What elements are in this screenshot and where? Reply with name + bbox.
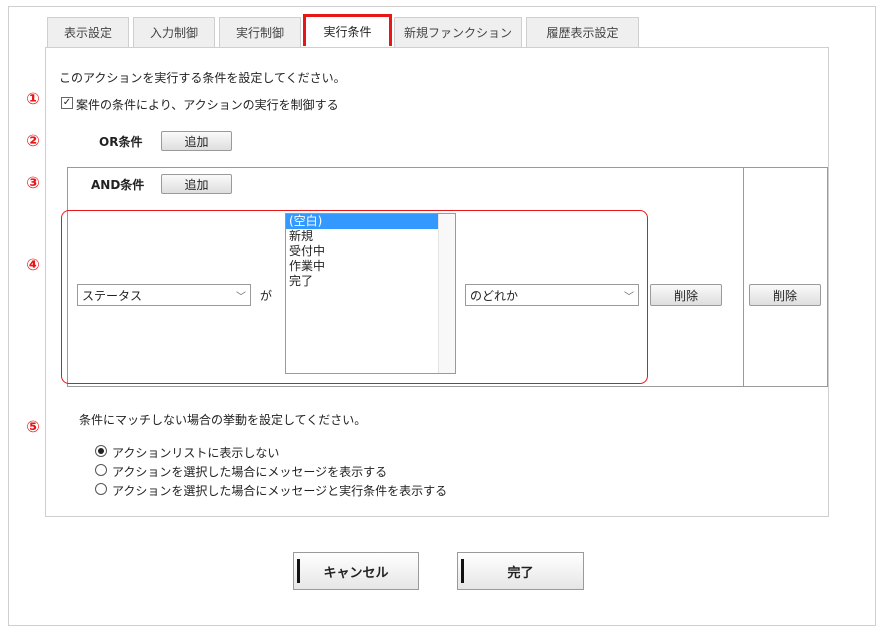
intro-text: このアクションを実行する条件を設定してください。 [59,71,346,85]
radio-hide-in-list[interactable] [95,445,107,457]
marker-1: ① [26,89,40,108]
status-listbox[interactable]: (空白) 新規 受付中 作業中 完了 [285,213,456,374]
marker-5: ⑤ [26,417,40,436]
delete-condition-button[interactable]: 削除 [650,284,722,306]
radio-label: アクションを選択した場合にメッセージを表示する [112,465,388,479]
list-item[interactable]: 作業中 [286,259,439,274]
marker-2: ② [26,131,40,150]
field-select-value: ステータス [82,288,143,303]
delete-and-group-button[interactable]: 削除 [749,284,821,306]
and-add-button[interactable]: 追加 [161,174,232,194]
field-select[interactable]: ステータス ﹀ [77,284,251,306]
done-button[interactable]: 完了 [457,552,584,590]
and-condition-label: AND条件 [91,178,145,192]
button-bar [297,559,300,583]
ga-text: が [260,289,273,303]
radio-label: アクションリストに表示しない [112,446,280,460]
condition-checkbox[interactable]: ✓ [61,97,73,109]
or-add-button[interactable]: 追加 [161,131,232,151]
match-select-value: のどれか [470,288,519,303]
match-select[interactable]: のどれか ﹀ [465,284,639,306]
nomatch-text: 条件にマッチしない場合の挙動を設定してください。 [79,413,367,427]
button-bar [461,559,464,583]
list-item[interactable]: 新規 [286,229,439,244]
tab-new-function[interactable]: 新規ファンクション [394,17,522,47]
radio-show-message-and-conditions[interactable] [95,483,107,495]
list-item[interactable]: 完了 [286,274,439,289]
cancel-label: キャンセル [323,565,389,581]
tab-input-control[interactable]: 入力制御 [133,17,215,47]
tab-execution-control[interactable]: 実行制御 [219,17,301,47]
marker-3: ③ [26,173,40,192]
tab-execution-conditions[interactable]: 実行条件 [303,14,392,46]
listbox-scrollbar[interactable] [438,214,455,373]
radio-label: アクションを選択した場合にメッセージと実行条件を表示する [112,484,448,498]
chevron-down-icon: ﹀ [236,292,246,303]
or-condition-label: OR条件 [99,135,143,149]
marker-4: ④ [26,255,40,274]
list-item[interactable]: (空白) [286,214,439,229]
list-item[interactable]: 受付中 [286,244,439,259]
radio-show-message[interactable] [95,464,107,476]
done-label: 完了 [507,565,534,581]
and-box-divider [743,167,744,387]
chevron-down-icon: ﹀ [624,292,634,303]
tab-history-display[interactable]: 履歴表示設定 [526,17,639,47]
cancel-button[interactable]: キャンセル [293,552,419,590]
condition-checkbox-label: 案件の条件により、アクションの実行を制御する [76,98,339,112]
tab-display-settings[interactable]: 表示設定 [47,17,129,47]
